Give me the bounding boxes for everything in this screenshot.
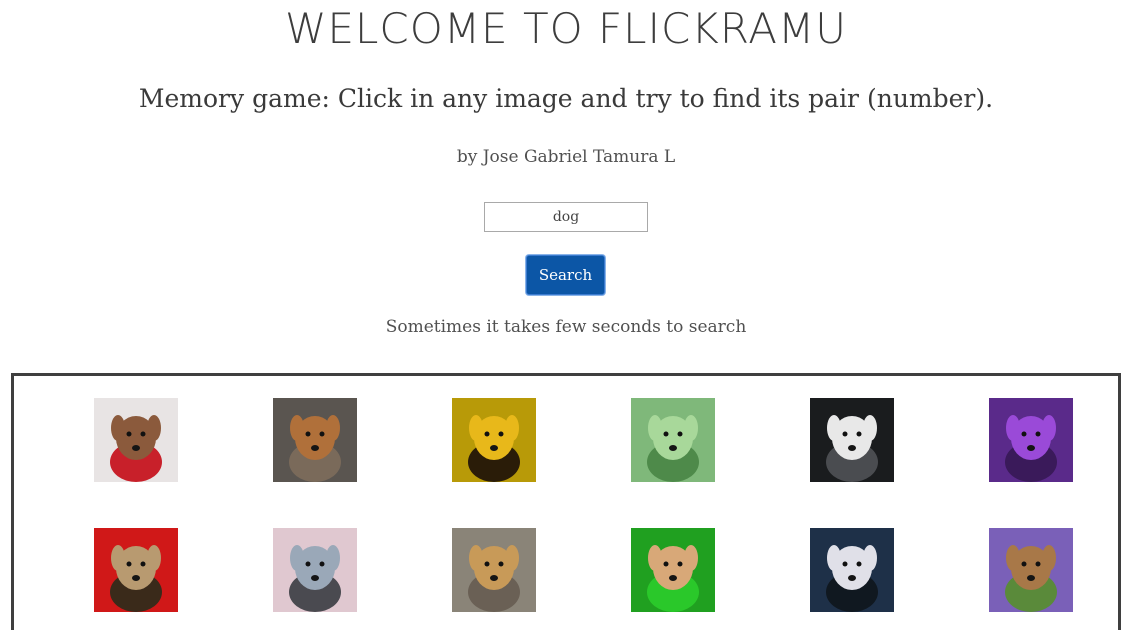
image-tile-dog-lying-gravel[interactable] [273,398,357,482]
image-tile-dog-yellow-lab[interactable] [452,398,536,482]
dog-photo [452,528,536,612]
image-tile-dog-red-sweater-snow[interactable] [94,398,178,482]
page-title: WELCOME TO FLICKRAMU [284,4,848,53]
image-tile-dog-shaggy-standing[interactable] [452,528,536,612]
image-tile-dog-bluebells[interactable] [989,528,1073,612]
dog-photo [94,528,178,612]
dog-photo [631,528,715,612]
image-tile-dog-black-white[interactable] [810,528,894,612]
image-tile-dog-husky[interactable] [810,398,894,482]
image-tile-dog-green-wig[interactable] [631,528,715,612]
dog-photo [989,398,1073,482]
page: WELCOME TO FLICKRAMU Memory game: Click … [0,0,1148,630]
author-credit: by Jose Gabriel Tamura L [456,147,676,167]
image-tile-dog-yorkie-red-couch[interactable] [94,528,178,612]
dog-photo [273,528,357,612]
image-tile-dog-green-tiles[interactable] [631,398,715,482]
dog-photo [452,398,536,482]
game-instructions: Memory game: Click in any image and try … [138,84,994,113]
dog-photo [810,528,894,612]
image-tile-dog-merle-puppy[interactable] [273,528,357,612]
dog-photo [94,398,178,482]
dog-photo [989,528,1073,612]
image-tile-dog-purple-puppy[interactable] [989,398,1073,482]
dog-photo [273,398,357,482]
dog-photo [810,398,894,482]
dog-photo [631,398,715,482]
search-hint: Sometimes it takes few seconds to search [385,317,747,337]
memory-game-board [11,373,1121,630]
search-input[interactable] [484,202,648,232]
search-button[interactable]: Search [526,255,605,295]
